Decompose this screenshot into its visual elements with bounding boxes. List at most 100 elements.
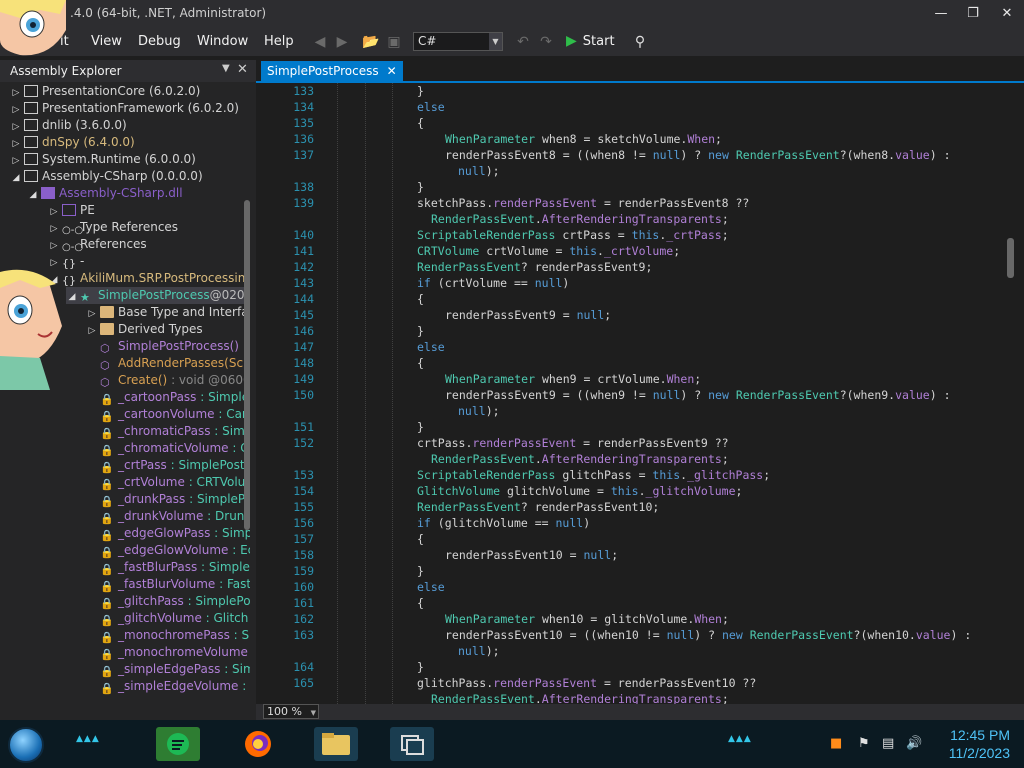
code-line[interactable]: RenderPassEvent.AfterRenderingTransparen…: [431, 692, 729, 704]
tree-node[interactable]: 🔒 _fastBlurPass : SimpleF: [86, 559, 250, 576]
code-line[interactable]: RenderPassEvent.AfterRenderingTransparen…: [431, 212, 729, 226]
tree-node[interactable]: ▷ Derived Types: [86, 321, 250, 338]
firefox-icon[interactable]: [236, 727, 280, 761]
code-line[interactable]: renderPassEvent9 = null;: [445, 308, 611, 322]
menu-view[interactable]: View: [87, 32, 126, 52]
antivirus-icon[interactable]: ■: [830, 736, 842, 751]
code-line[interactable]: else: [417, 340, 445, 354]
save-icon[interactable]: ▣: [385, 33, 403, 51]
tree-node[interactable]: ◢ Assembly-CSharp (0.0.0.0): [10, 168, 250, 185]
restore-icon[interactable]: ❐: [958, 4, 988, 24]
task-view-icon[interactable]: [390, 727, 434, 761]
code-line[interactable]: RenderPassEvent.AfterRenderingTransparen…: [431, 452, 729, 466]
editor-scroll-thumb[interactable]: [1007, 238, 1014, 278]
tree-node[interactable]: ▷ dnSpy (6.4.0.0): [10, 134, 250, 151]
tree-node[interactable]: ▷ Base Type and Interfac: [86, 304, 250, 321]
code-line[interactable]: RenderPassEvent? renderPassEvent9;: [417, 260, 652, 274]
tree-node[interactable]: ▷ PresentationFramework (6.0.2.0): [10, 100, 250, 117]
file-explorer-icon[interactable]: [314, 727, 358, 761]
code-line[interactable]: RenderPassEvent? renderPassEvent10;: [417, 500, 659, 514]
tree-node[interactable]: 🔒 _drunkVolume : Drunk: [86, 508, 250, 525]
close-icon[interactable]: ✕: [237, 62, 248, 77]
tree-node[interactable]: ▷ System.Runtime (6.0.0.0): [10, 151, 250, 168]
tree-node[interactable]: 🔒 _monochromeVolume: [86, 644, 250, 661]
forward-icon[interactable]: ▶: [333, 33, 351, 51]
network-icon[interactable]: ▤: [882, 736, 894, 751]
expand-arrow-icon[interactable]: ▷: [10, 85, 22, 100]
tree-node[interactable]: ▷{} -: [48, 253, 250, 270]
pin-icon[interactable]: ▼: [222, 63, 230, 74]
code-line[interactable]: WhenParameter when8 = sketchVolume.When;: [445, 132, 722, 146]
expand-arrow-icon[interactable]: ▷: [10, 102, 22, 117]
tree-node[interactable]: ▷ ○‐○Type References: [48, 219, 250, 236]
code-line[interactable]: }: [417, 660, 424, 674]
tree-node[interactable]: 🔒 _drunkPass : SimplePo: [86, 491, 250, 508]
code-line[interactable]: }: [417, 180, 424, 194]
code-line[interactable]: crtPass.renderPassEvent = renderPassEven…: [417, 436, 729, 450]
start-button[interactable]: ▶ Start: [566, 31, 615, 51]
code-line[interactable]: {: [417, 116, 424, 130]
tree-node[interactable]: 🔒 _edgeGlowPass : Simp: [86, 525, 250, 542]
code-line[interactable]: null);: [458, 404, 500, 418]
code-line[interactable]: CRTVolume crtVolume = this._crtVolume;: [417, 244, 680, 258]
code-line[interactable]: renderPassEvent9 = ((when9 != null) ? ne…: [445, 388, 951, 402]
code-line[interactable]: if (crtVolume == null): [417, 276, 569, 290]
back-icon[interactable]: ◀: [311, 33, 329, 51]
expand-arrow-icon[interactable]: ▷: [10, 153, 22, 168]
undo-icon[interactable]: ↶: [514, 33, 532, 51]
chat-app-icon[interactable]: [156, 727, 200, 761]
tree-node[interactable]: 🔒 _chromaticVolume : C: [86, 440, 250, 457]
tree-node[interactable]: ⬡ Create() : void @06000: [86, 372, 250, 389]
code-line[interactable]: }: [417, 324, 424, 338]
code-line[interactable]: {: [417, 532, 424, 546]
code-editor[interactable]: 133} 134 else 135 {136 WhenParameter when8 = …: [280, 83, 1006, 704]
expand-arrow-icon[interactable]: ◢: [27, 187, 39, 202]
tree-node[interactable]: 🔒 _cartoonPass : SimpleP: [86, 389, 250, 406]
code-line[interactable]: }: [417, 420, 424, 434]
open-folder-icon[interactable]: 📂: [362, 33, 380, 51]
language-select[interactable]: C# ▼: [413, 32, 503, 51]
code-line[interactable]: {: [417, 292, 424, 306]
code-line[interactable]: renderPassEvent8 = ((when8 != null) ? ne…: [445, 148, 951, 162]
code-line[interactable]: }: [417, 564, 424, 578]
code-line[interactable]: sketchPass.renderPassEvent = renderPassE…: [417, 196, 749, 210]
code-line[interactable]: ScriptableRenderPass crtPass = this._crt…: [417, 228, 729, 242]
expand-arrow-icon[interactable]: ▷: [10, 136, 22, 151]
minimize-icon[interactable]: —: [926, 4, 956, 24]
menu-debug[interactable]: Debug: [134, 32, 185, 52]
code-line[interactable]: {: [417, 356, 424, 370]
code-line[interactable]: WhenParameter when10 = glitchVolume.When…: [445, 612, 729, 626]
tree-node[interactable]: ◢ Assembly-CSharp.dll: [27, 185, 250, 202]
tree-node[interactable]: ⬡SimplePostProcess() : v: [86, 338, 250, 355]
flag-icon[interactable]: ⚑: [858, 736, 870, 751]
tree-node[interactable]: 🔒 _crtVolume : CRTVolur: [86, 474, 250, 491]
tree-node[interactable]: 🔒 _crtPass : SimplePostP: [86, 457, 250, 474]
tree-node[interactable]: 🔒 _cartoonVolume : Cart: [86, 406, 250, 423]
code-line[interactable]: glitchPass.renderPassEvent = renderPassE…: [417, 676, 756, 690]
tree-node[interactable]: 🔒 _edgeGlowVolume : Ec: [86, 542, 250, 559]
menu-help[interactable]: Help: [260, 32, 298, 52]
tree-node[interactable]: 🔒 _simpleEdgePass : Sim: [86, 661, 250, 678]
tree-node[interactable]: ◢{} AkiliMum.SRP.PostProcessing: [48, 270, 250, 287]
code-line[interactable]: null);: [458, 164, 500, 178]
code-line[interactable]: {: [417, 596, 424, 610]
tree-node[interactable]: ▷ ○‐○References: [48, 236, 250, 253]
code-line[interactable]: WhenParameter when9 = crtVolume.When;: [445, 372, 701, 386]
start-menu-button[interactable]: [8, 727, 44, 763]
tree-node[interactable]: ▷ PresentationCore (6.0.2.0): [10, 83, 250, 100]
code-line[interactable]: else: [417, 100, 445, 114]
expand-arrow-icon[interactable]: ▷: [86, 323, 98, 338]
tree-node[interactable]: ⬡ AddRenderPasses(Scrip: [86, 355, 250, 372]
expand-arrow-icon[interactable]: ◢: [10, 170, 22, 185]
expand-arrow-icon[interactable]: ▷: [86, 306, 98, 321]
expand-arrow-icon[interactable]: ▷: [48, 221, 60, 236]
tree-node[interactable]: 🔒 _simpleEdgeVolume :: [86, 678, 250, 695]
code-line[interactable]: null);: [458, 644, 500, 658]
volume-icon[interactable]: 🔊: [906, 736, 922, 751]
clock[interactable]: 12:45 PM 11/2/2023: [934, 726, 1010, 762]
expand-arrow-icon[interactable]: ▷: [48, 238, 60, 253]
zoom-select[interactable]: 100 % ▼: [263, 704, 319, 719]
tree-node[interactable]: ▷ PE: [48, 202, 250, 219]
code-line[interactable]: }: [417, 84, 424, 98]
tree-node[interactable]: ◢ ★ SimplePostProcess@0200: [66, 287, 250, 304]
